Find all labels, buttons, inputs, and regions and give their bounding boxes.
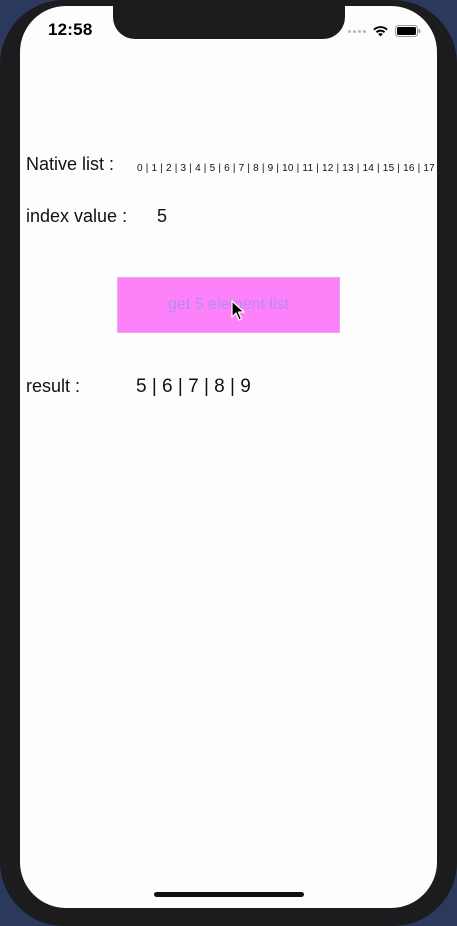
result-value: 5 | 6 | 7 | 8 | 9 [136, 376, 251, 397]
status-icons [348, 24, 421, 38]
native-list-label: Native list : [26, 154, 115, 174]
index-value: 5 [157, 206, 168, 226]
device-notch [113, 6, 345, 39]
battery-icon [395, 25, 421, 37]
app-screen: 12:58 Native list : 0 | 1 | 2 | 3 | 4 | … [20, 6, 437, 908]
wifi-icon [373, 26, 388, 37]
result-label: result : [26, 376, 81, 396]
get-element-list-button[interactable]: get 5 element list [117, 277, 340, 333]
get-element-list-button-label: get 5 element list [168, 296, 289, 313]
status-time: 12:58 [48, 20, 93, 39]
signal-dots-icon [348, 29, 366, 33]
mouse-pointer-icon [231, 300, 245, 321]
phone-frame: 12:58 Native list : 0 | 1 | 2 | 3 | 4 | … [0, 0, 457, 926]
native-list-values: 0 | 1 | 2 | 3 | 4 | 5 | 6 | 7 | 8 | 9 | … [137, 163, 435, 174]
home-indicator[interactable] [154, 892, 304, 897]
index-value-label: index value : [26, 206, 128, 226]
